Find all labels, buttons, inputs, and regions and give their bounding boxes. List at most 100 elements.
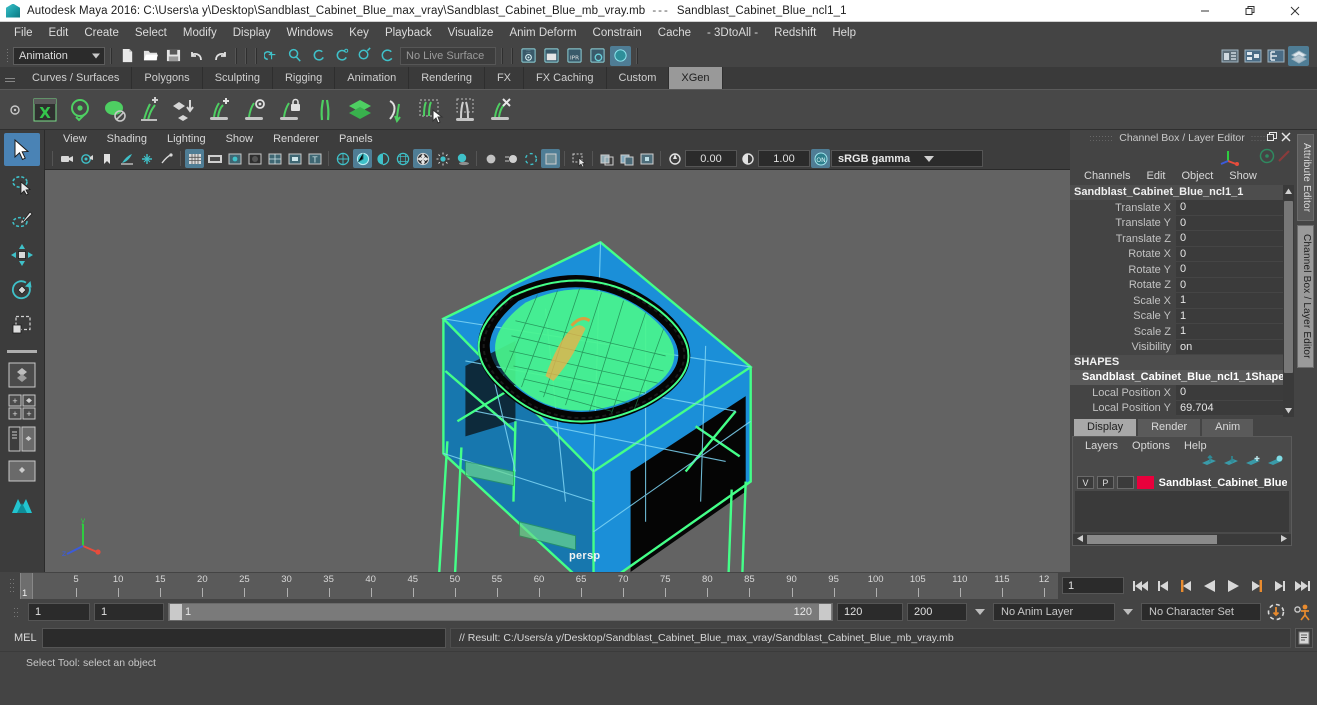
channel-box-menu-show[interactable]: Show <box>1221 169 1265 183</box>
viewport-menu-view[interactable]: View <box>53 132 97 146</box>
isolate-select-icon[interactable] <box>569 149 588 168</box>
live-surface-field[interactable]: No Live Surface <box>400 46 496 65</box>
layer-menu-options[interactable]: Options <box>1125 439 1177 453</box>
channel-row-local-position-y[interactable]: Local Position Y 69.704 <box>1070 400 1294 416</box>
viewport-menu-renderer[interactable]: Renderer <box>263 132 329 146</box>
new-scene-icon[interactable] <box>117 46 138 66</box>
menu-playback[interactable]: Playback <box>377 24 440 42</box>
wireframe-icon[interactable] <box>333 149 352 168</box>
shadow-icon[interactable] <box>453 149 472 168</box>
layer-menu-layers[interactable]: Layers <box>1078 439 1125 453</box>
hscrollbar-thumb[interactable] <box>1087 535 1217 544</box>
shelf-tab-fx[interactable]: FX <box>484 67 525 89</box>
layer-menu-help[interactable]: Help <box>1177 439 1214 453</box>
step-back-keyframe-icon[interactable] <box>1153 576 1175 596</box>
channel-row-translate-y[interactable]: Translate Y 0 <box>1070 215 1294 231</box>
maximize-icon[interactable] <box>1227 0 1272 22</box>
scroll-left-icon[interactable] <box>1073 534 1087 546</box>
play-forwards-icon[interactable] <box>1222 576 1244 596</box>
layer-item[interactable]: V P Sandblast_Cabinet_Blue <box>1075 474 1289 491</box>
channel-row-translate-x[interactable]: Translate X 0 <box>1070 200 1294 216</box>
step-forward-keyframe-icon[interactable] <box>1268 576 1290 596</box>
shelf-tab-rendering[interactable]: Rendering <box>409 67 485 89</box>
depth-peel-icon[interactable] <box>541 149 560 168</box>
gamma-field[interactable]: 1.00 <box>758 150 810 167</box>
layer-new-from-selected-icon[interactable] <box>1268 455 1283 471</box>
outliner-persp-layout[interactable] <box>5 424 39 454</box>
render-globals-icon[interactable] <box>610 45 631 66</box>
field-chart-icon[interactable] <box>265 149 284 168</box>
viewport-menu-lighting[interactable]: Lighting <box>157 132 216 146</box>
menu-edit[interactable]: Edit <box>41 24 77 42</box>
add-grooming-icon[interactable] <box>204 94 236 126</box>
menu-help[interactable]: Help <box>824 24 864 42</box>
smooth-shade-icon[interactable] <box>353 149 372 168</box>
shelf-grip[interactable] <box>0 67 20 89</box>
undo-icon[interactable] <box>186 46 207 66</box>
status-line-grip[interactable] <box>4 47 11 65</box>
select-camera-icon[interactable] <box>57 149 76 168</box>
attr-value[interactable]: 0 <box>1176 262 1294 278</box>
groom-eye-icon[interactable] <box>239 94 271 126</box>
snap-to-curve-icon[interactable] <box>285 46 306 66</box>
time-slider[interactable]: 1 5 10 15 20 25 30 35 40 45 50 55 60 65 70 75 80 85 90 95 1… <box>20 572 1058 599</box>
attr-value[interactable]: 0 <box>1176 385 1294 401</box>
add-guides-icon[interactable] <box>134 94 166 126</box>
lasso-select-tool[interactable] <box>4 168 40 201</box>
layer-move-down-icon[interactable] <box>1224 455 1239 471</box>
manipulator-icon[interactable] <box>1258 147 1276 165</box>
wireframe-on-shaded-icon[interactable] <box>393 149 412 168</box>
go-to-start-icon[interactable] <box>1130 576 1152 596</box>
single-perspective-layout[interactable] <box>5 360 39 390</box>
channel-box-menu-channels[interactable]: Channels <box>1076 169 1138 183</box>
attr-value[interactable]: 1 <box>1176 308 1294 324</box>
shelf-tab-fx-caching[interactable]: FX Caching <box>524 67 607 89</box>
menu-modify[interactable]: Modify <box>175 24 225 42</box>
outliner-icon[interactable] <box>1219 46 1240 66</box>
layer-playback-toggle[interactable]: P <box>1096 476 1114 489</box>
exposure-field[interactable]: 0.00 <box>685 150 737 167</box>
attr-value[interactable]: 0 <box>1176 200 1294 216</box>
snap-to-point-icon[interactable] <box>308 46 329 66</box>
scroll-right-icon[interactable] <box>1277 534 1291 546</box>
viewport-menu-panels[interactable]: Panels <box>329 132 383 146</box>
channel-box-menu-object[interactable]: Object <box>1173 169 1221 183</box>
range-end-handle[interactable] <box>819 604 831 620</box>
scale-tool[interactable] <box>4 308 40 341</box>
shelf-tab-custom[interactable]: Custom <box>606 67 670 89</box>
step-forward-frame-icon[interactable] <box>1245 576 1267 596</box>
textured-icon[interactable] <box>413 149 432 168</box>
xgen-preview-icon[interactable] <box>64 94 96 126</box>
ipr-render-icon[interactable]: IPR <box>564 46 585 66</box>
shelf-options-icon[interactable] <box>4 90 26 130</box>
color-management-toggle-icon[interactable]: ON <box>811 149 830 168</box>
render-sequence-icon[interactable] <box>541 46 562 66</box>
menu-redshift[interactable]: Redshift <box>766 24 824 42</box>
rotate-tool[interactable] <box>4 273 40 306</box>
menu-set-selector[interactable]: Animation <box>13 46 105 65</box>
attr-value[interactable]: 0 <box>1176 231 1294 247</box>
tab-channel-box-layer-editor[interactable]: Channel Box / Layer Editor <box>1297 225 1314 369</box>
xgen-editor-icon[interactable]: X <box>29 94 61 126</box>
viewport-menu-shading[interactable]: Shading <box>97 132 157 146</box>
shelf-tab-sculpting[interactable]: Sculpting <box>202 67 273 89</box>
channel-row-rotate-y[interactable]: Rotate Y 0 <box>1070 262 1294 278</box>
two-sided-lighting-icon[interactable] <box>137 149 156 168</box>
flat-shade-icon[interactable] <box>373 149 392 168</box>
shelf-tab-xgen[interactable]: XGen <box>669 67 723 89</box>
shelf-tab-curves-surfaces[interactable]: Curves / Surfaces <box>20 67 133 89</box>
shelf-tab-rigging[interactable]: Rigging <box>272 67 336 89</box>
menu-key[interactable]: Key <box>341 24 377 42</box>
menu-display[interactable]: Display <box>225 24 279 42</box>
move-guides-icon[interactable] <box>169 94 201 126</box>
bend-groom-icon[interactable] <box>379 94 411 126</box>
menu-create[interactable]: Create <box>76 24 127 42</box>
shadows-icon[interactable] <box>157 149 176 168</box>
channel-row-scale-x[interactable]: Scale X 1 <box>1070 293 1294 309</box>
hypershade-persp-layout[interactable] <box>5 488 39 518</box>
layer-color-swatch[interactable] <box>1136 476 1154 489</box>
safe-title-icon[interactable]: T <box>305 149 324 168</box>
shelf-tab-polygons[interactable]: Polygons <box>132 67 203 89</box>
image-plane-icon[interactable] <box>117 149 136 168</box>
region-groom-icon[interactable] <box>449 94 481 126</box>
